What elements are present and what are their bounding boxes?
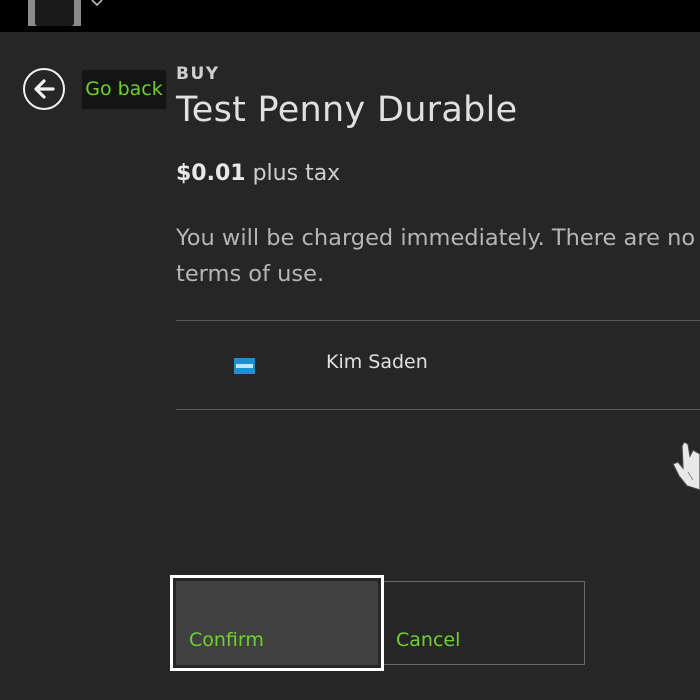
hand-cursor-icon <box>672 442 700 491</box>
cancel-label: Cancel <box>396 629 461 651</box>
chevron-down-icon[interactable] <box>91 0 103 6</box>
user-avatar-icon[interactable] <box>28 0 81 26</box>
charge-notice: You will be charged immediately. There a… <box>176 220 700 292</box>
back-button[interactable] <box>23 68 65 110</box>
arrow-left-icon <box>34 79 55 99</box>
charge-notice-line2[interactable]: terms of use. <box>176 256 700 292</box>
cancel-button[interactable]: Cancel <box>384 581 585 665</box>
price-amount: $0.01 <box>176 161 246 186</box>
section-label: BUY <box>176 64 220 84</box>
payment-method-row[interactable]: Kim Saden <box>176 321 700 409</box>
confirm-label: Confirm <box>189 629 264 651</box>
confirm-button[interactable]: Confirm <box>170 575 384 671</box>
top-bar <box>0 0 700 32</box>
payment-holder-name: Kim Saden <box>326 351 428 373</box>
product-title: Test Penny Durable <box>176 90 518 130</box>
price-line: $0.01 plus tax <box>176 161 340 186</box>
price-suffix: plus tax <box>245 161 341 186</box>
charge-notice-line1: You will be charged immediately. There a… <box>176 225 700 251</box>
go-back-tooltip: Go back <box>82 70 166 109</box>
american-express-card-icon <box>234 358 255 374</box>
divider-bottom <box>176 409 700 410</box>
